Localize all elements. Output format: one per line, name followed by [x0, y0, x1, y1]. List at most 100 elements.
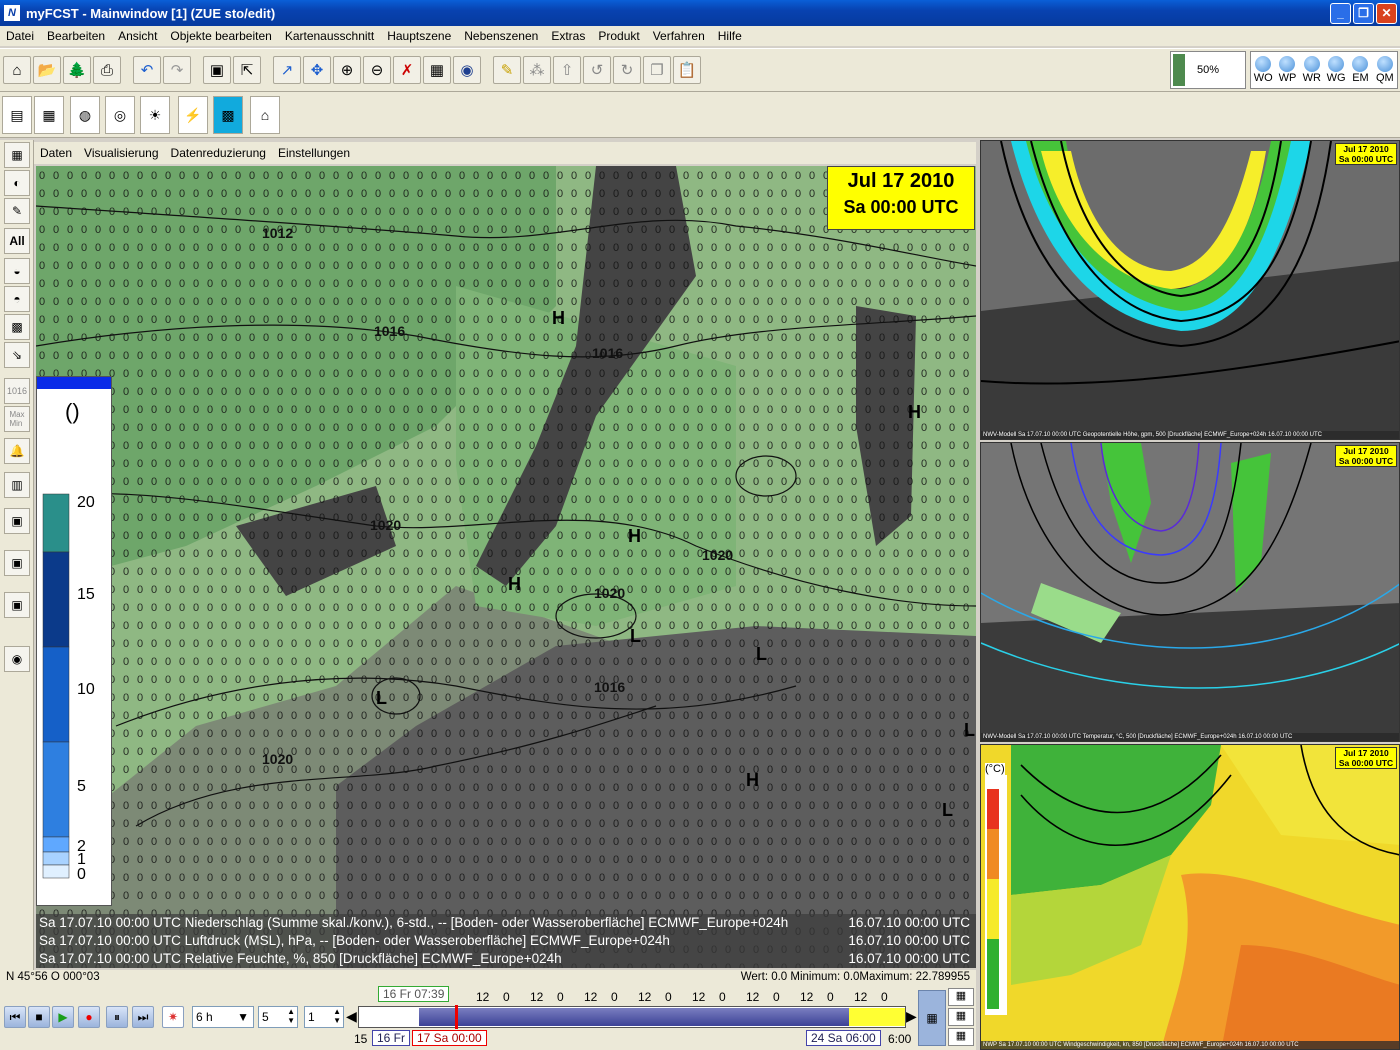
film-icon[interactable]: ▦: [918, 990, 946, 1046]
no-edit-icon[interactable]: ✗: [393, 56, 421, 84]
view-wp-button[interactable]: WP: [1275, 52, 1299, 88]
screen-icon[interactable]: ▣: [203, 56, 231, 84]
timeline-current-marker[interactable]: [455, 1005, 458, 1029]
maxmin-button[interactable]: Max Min: [4, 406, 30, 432]
distance-km-icon[interactable]: ◉: [453, 56, 481, 84]
speed-stepper[interactable]: 1 ▲ ▼: [304, 1006, 344, 1028]
export-icon[interactable]: ⇱: [233, 56, 261, 84]
redo-icon[interactable]: ↷: [163, 56, 191, 84]
zoom-out-icon[interactable]: ⊖: [363, 56, 391, 84]
forward-icon[interactable]: ⏭: [132, 1006, 154, 1028]
menu-bearbeiten[interactable]: Bearbeiten: [47, 29, 105, 43]
radar-layer-icon[interactable]: ◎: [105, 96, 135, 134]
pan-icon[interactable]: ✥: [303, 56, 331, 84]
copy-icon[interactable]: ❐: [643, 56, 671, 84]
timeline-tick-label: 12: [584, 990, 598, 1004]
layer-menu-icon[interactable]: ▦: [4, 142, 30, 168]
view-dot-icon: [1303, 56, 1320, 72]
home-icon[interactable]: ⌂: [3, 56, 31, 84]
menu-ansicht[interactable]: Ansicht: [118, 29, 157, 43]
menu-nebenszenen[interactable]: Nebenszenen: [464, 29, 538, 43]
grid-view-icon[interactable]: ▦: [948, 1028, 974, 1046]
rewind-icon[interactable]: ⏮: [4, 1006, 26, 1028]
layers-icon[interactable]: ▦: [423, 56, 451, 84]
time-step-select[interactable]: 6 h ▼: [192, 1006, 254, 1028]
move-up-icon[interactable]: ⇧: [553, 56, 581, 84]
paste-icon[interactable]: 📋: [673, 56, 701, 84]
view-wg-button[interactable]: WG: [1324, 52, 1348, 88]
pause-icon[interactable]: ⏸: [106, 1006, 128, 1028]
settings-icon[interactable]: ✷: [162, 1006, 184, 1028]
open-icon[interactable]: 📂: [33, 56, 61, 84]
compass-icon[interactable]: ◉: [4, 646, 30, 672]
wind-icon[interactable]: ⇘: [4, 342, 30, 368]
contour-icon[interactable]: ◒: [4, 258, 30, 284]
grid-layer-icon[interactable]: ▦: [34, 96, 64, 134]
undo-icon[interactable]: ↶: [133, 56, 161, 84]
view-qm-button[interactable]: QM: [1373, 52, 1397, 88]
lightning-layer-icon[interactable]: ⚡: [178, 96, 208, 134]
minimize-button[interactable]: _: [1330, 3, 1351, 24]
menu-objekte-bearbeiten[interactable]: Objekte bearbeiten: [170, 29, 271, 43]
select-icon[interactable]: ⁂: [523, 56, 551, 84]
zoom-in-icon[interactable]: ⊕: [333, 56, 361, 84]
globe-icon[interactable]: ◐: [4, 170, 30, 196]
rotate-right-icon[interactable]: ↻: [613, 56, 641, 84]
timeline-slider[interactable]: [358, 1005, 906, 1029]
menu-extras[interactable]: Extras: [551, 29, 585, 43]
view-em-button[interactable]: EM: [1348, 52, 1372, 88]
play-icon[interactable]: ▶: [52, 1006, 74, 1028]
rotate-left-icon[interactable]: ↺: [583, 56, 611, 84]
view-wo-button[interactable]: WO: [1251, 52, 1275, 88]
grid-view-icon[interactable]: ▦: [948, 988, 974, 1006]
record-icon[interactable]: ●: [78, 1006, 100, 1028]
station2-icon[interactable]: ▣: [4, 550, 30, 576]
submenu-daten[interactable]: Daten: [40, 146, 72, 160]
menu-verfahren[interactable]: Verfahren: [653, 29, 705, 43]
station3-icon[interactable]: ▣: [4, 592, 30, 618]
mast-layer-icon[interactable]: ⌂: [250, 96, 280, 134]
zoom-level-indicator[interactable]: 50%: [1170, 51, 1246, 89]
grid-view-icon[interactable]: ▦: [948, 1008, 974, 1026]
maximize-button[interactable]: ❐: [1353, 3, 1374, 24]
save-icon[interactable]: 🌲: [63, 56, 91, 84]
isobar-label: 1020: [370, 517, 401, 533]
menu-kartenausschnitt[interactable]: Kartenausschnitt: [285, 29, 374, 43]
loop-count-stepper[interactable]: 5 ▲ ▼: [258, 1006, 298, 1028]
submenu-einstellungen[interactable]: Einstellungen: [278, 146, 350, 160]
main-map[interactable]: 0 1012 1016: [36, 166, 976, 968]
side-map-temperature[interactable]: Jul 17 2010 Sa 00:00 UTC NWV-Modell Sa 17…: [980, 442, 1400, 742]
stop-icon[interactable]: ■: [28, 1006, 50, 1028]
draw-icon[interactable]: ✎: [4, 198, 30, 224]
menu-datei[interactable]: Datei: [6, 29, 34, 43]
sat-layer-icon[interactable]: ◍: [70, 96, 100, 134]
fill-icon[interactable]: ◓: [4, 286, 30, 312]
scroll-left-icon[interactable]: ◀: [346, 1008, 357, 1025]
map-canvas: 0 1012 1016: [36, 166, 976, 968]
high-pressure-marker: H: [628, 526, 641, 546]
pencil-icon[interactable]: ✎: [493, 56, 521, 84]
submenu-visualisierung[interactable]: Visualisierung: [84, 146, 159, 160]
all-button[interactable]: All: [4, 228, 30, 254]
chart-layer-icon[interactable]: ▤: [2, 96, 32, 134]
scroll-right-icon[interactable]: ▶: [906, 1008, 917, 1025]
print-icon[interactable]: ⎙: [93, 56, 121, 84]
grid-icon[interactable]: ▩: [4, 314, 30, 340]
view-dot-icon: [1328, 56, 1345, 72]
bell-icon[interactable]: 🔔: [4, 438, 30, 464]
view-wr-button[interactable]: WR: [1300, 52, 1324, 88]
side-map-geopotential[interactable]: Jul 17 2010 Sa 00:00 UTC NWV-Modell Sa 17…: [980, 140, 1400, 440]
palette-icon[interactable]: ▥: [4, 472, 30, 498]
temperature-layer-icon[interactable]: ▩: [213, 96, 243, 134]
close-button[interactable]: ✕: [1376, 3, 1397, 24]
sun-layer-icon[interactable]: ☀: [140, 96, 170, 134]
pointer-icon[interactable]: ↗: [273, 56, 301, 84]
side-map-info: NWV-Modell Sa 17.07.10 00:00 UTC Geopote…: [981, 431, 1399, 439]
menu-produkt[interactable]: Produkt: [598, 29, 639, 43]
menu-hauptszene[interactable]: Hauptszene: [387, 29, 451, 43]
isobar-value-button[interactable]: 1016: [4, 378, 30, 404]
station-icon[interactable]: ▣: [4, 508, 30, 534]
side-map-wind[interactable]: Jul 17 2010 Sa 00:00 UTC (°C) NWP Sa 17.0…: [980, 744, 1400, 1050]
menu-hilfe[interactable]: Hilfe: [718, 29, 742, 43]
submenu-datenreduzierung[interactable]: Datenreduzierung: [171, 146, 266, 160]
